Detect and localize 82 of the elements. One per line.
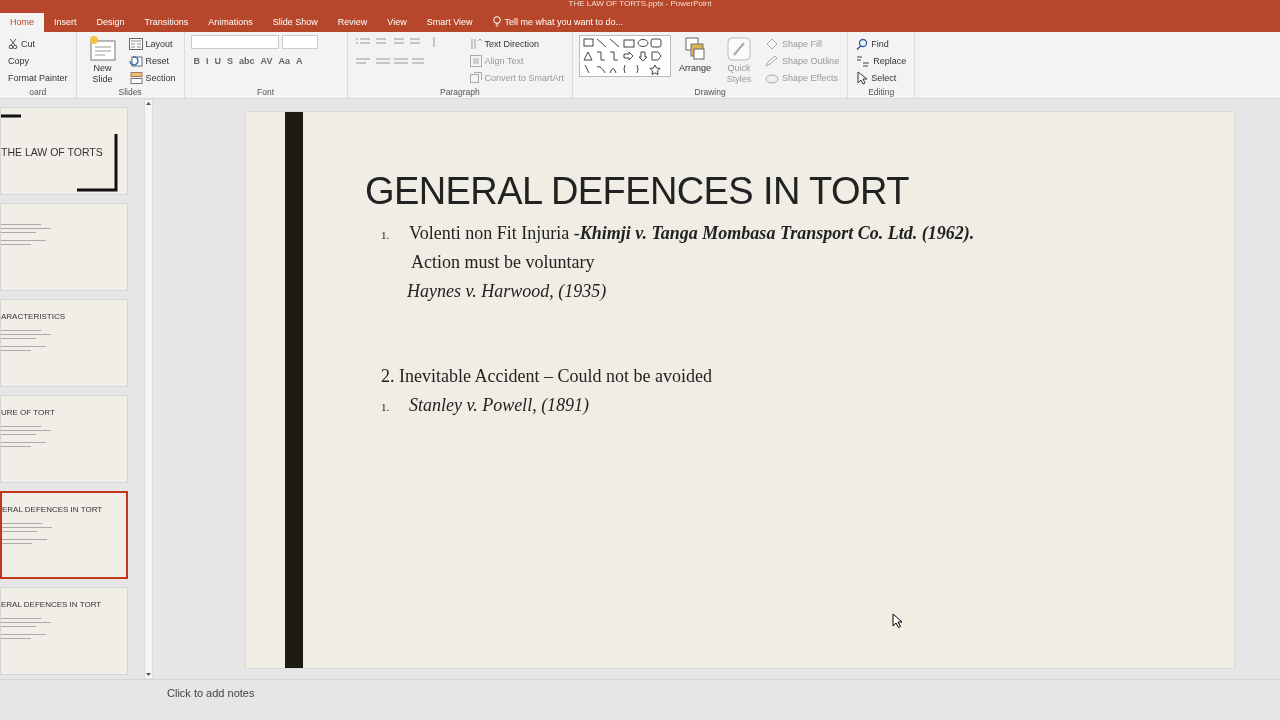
ribbon-tab[interactable]: Animations [198, 13, 263, 32]
format-button[interactable]: B [190, 53, 204, 69]
bullet-text: Haynes v. Harwood, (1935) [407, 281, 607, 302]
ribbon-button[interactable]: Replace [854, 52, 909, 69]
tell-me-search[interactable]: Tell me what you want to do... [504, 16, 624, 27]
notes-field[interactable]: Click to add notes [167, 687, 255, 699]
ribbon-tab[interactable]: Insert [44, 13, 87, 32]
align-text-icon [469, 54, 482, 67]
thumbnail-text-drawing [1, 426, 51, 447]
replace-icon [856, 54, 871, 67]
format-button[interactable]: S [224, 53, 237, 69]
format-button[interactable]: I [203, 53, 212, 69]
ribbon-button[interactable]: Text Direction [467, 35, 542, 52]
ribbon-group-label: Slides [117, 87, 143, 98]
section-icon [128, 71, 143, 84]
ribbon-tab[interactable]: Transitions [134, 13, 199, 32]
font-size-field[interactable] [281, 35, 318, 49]
thumbnail-text-drawing [1, 224, 51, 245]
ribbon-button[interactable]: Format Painter [6, 69, 70, 86]
smartart-icon [469, 72, 482, 83]
shape-effects-icon [765, 71, 780, 84]
format-button[interactable]: U [211, 53, 225, 69]
format-button[interactable]: AV [257, 53, 276, 69]
thumbnail-text-drawing [1, 330, 51, 351]
ribbon-button[interactable]: Reset [126, 52, 172, 69]
list-number: 1. [380, 401, 391, 413]
layout-icon [128, 37, 143, 50]
ribbon-button[interactable]: Layout [126, 35, 175, 52]
ribbon-group-label: oard [28, 87, 48, 98]
lightbulb-icon [492, 16, 501, 27]
bullet-text: Stanley v. Powell, (1891) [409, 395, 590, 416]
format-button[interactable]: abc [236, 53, 258, 69]
ribbon-button[interactable]: Section [126, 69, 178, 86]
thumbnail-title: ERAL DEFENCES IN TORT [1, 600, 103, 610]
slide-canvas[interactable] [245, 111, 1235, 669]
ribbon-group-label: Font [256, 87, 276, 98]
bullet-text: 2. Inevitable Accident – Could not be avoided [381, 366, 712, 387]
bullet-text: Volenti non Fit Injuria -Khimji v. Tanga Mombasa Transport Co. Ltd. (1962). [409, 223, 975, 244]
pointer-icon [856, 70, 869, 85]
thumbnail-text-drawing [2, 523, 52, 544]
paint-bucket-icon [765, 37, 780, 50]
ribbon-button[interactable]: Copy [6, 52, 31, 69]
ribbon-button[interactable]: Select [854, 69, 899, 86]
slide-thumbnail[interactable] [0, 203, 128, 291]
search-icon [856, 37, 869, 50]
scrollbar[interactable] [144, 99, 153, 679]
format-button[interactable]: Aa [275, 53, 293, 69]
window-title: THE LAW OF TORTS.pptx - PowerPoint [568, 0, 712, 10]
slide-thumbnail[interactable]: ERAL DEFENCES IN TORT [0, 491, 128, 579]
bullet-text: Action must be voluntary [411, 252, 595, 273]
ribbon-button[interactable]: Find [854, 35, 891, 52]
text-direction-icon [469, 37, 482, 50]
mouse-pointer-icon [892, 613, 903, 628]
ribbon-tab[interactable]: Design [86, 13, 135, 32]
slide-thumbnail[interactable]: URE OF TORT [0, 395, 128, 483]
slide-title: GENERAL DEFENCES IN TORT [365, 170, 910, 213]
slide-thumbnail[interactable]: THE LAW OF TORTS [0, 107, 128, 195]
ribbon-button[interactable]: Cut [6, 35, 37, 52]
thumbnail-title: ERAL DEFENCES IN TORT [2, 505, 104, 515]
ribbon-group-label: Editing [867, 87, 896, 98]
scissors-icon [8, 38, 18, 49]
slide-thumbnail[interactable]: ERAL DEFENCES IN TORT [0, 587, 128, 675]
ribbon-tab[interactable]: Review [327, 13, 378, 32]
thumbnail-title: THE LAW OF TORTS [1, 146, 104, 156]
format-button[interactable]: A [292, 53, 306, 69]
font-name-field[interactable] [190, 35, 279, 49]
ribbon-group-label: Drawing [693, 87, 727, 98]
ribbon-tab[interactable]: Smart View [416, 13, 483, 32]
list-number: 1. [380, 229, 391, 241]
thumbnail-text-drawing [1, 618, 51, 639]
thumbnail-title: ARACTERISTICS [1, 312, 66, 322]
pencil-icon [765, 54, 780, 67]
slide-icon [87, 35, 118, 63]
thumbnail-title: URE OF TORT [1, 408, 56, 418]
ribbon-button[interactable]: New Slide [82, 35, 123, 85]
slide-thumbnail[interactable]: ARACTERISTICS [0, 299, 128, 387]
ribbon-tab[interactable]: Slide Show [262, 13, 328, 32]
ribbon-button[interactable]: Arrange [675, 35, 716, 85]
ribbon-tab[interactable]: Home [0, 13, 44, 32]
ribbon-group-label: Paragraph [438, 87, 481, 98]
ribbon-tab[interactable]: View [377, 13, 417, 32]
reset-icon [128, 54, 143, 67]
